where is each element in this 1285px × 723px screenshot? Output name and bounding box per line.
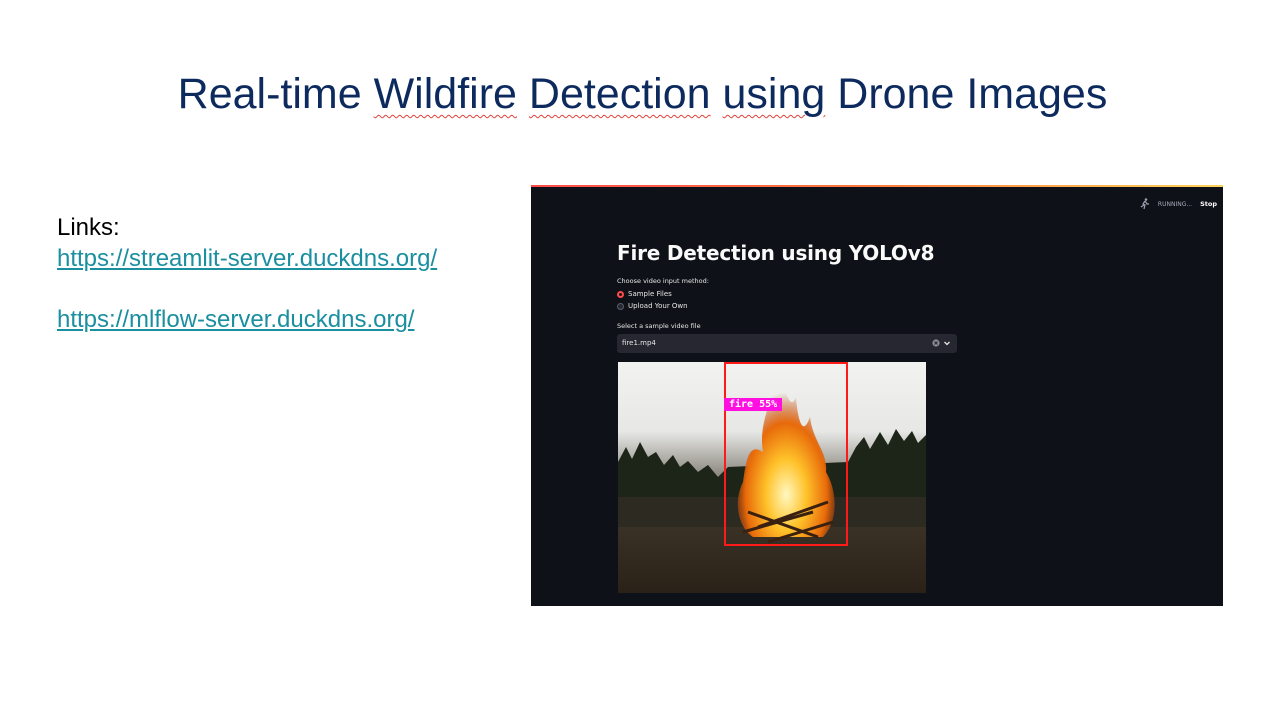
links-label: Links: — [57, 214, 120, 241]
slide-title: Real-time Wildfire Detection using Drone… — [0, 70, 1285, 119]
title-part: Drone Images — [825, 70, 1108, 118]
radio-label: Upload Your Own — [628, 302, 688, 310]
clear-icon[interactable] — [932, 339, 940, 347]
title-part — [517, 70, 529, 118]
detection-box — [724, 362, 848, 546]
streamlit-link[interactable]: https://streamlit-server.duckdns.org/ — [57, 243, 437, 274]
select-value: fire1.mp4 — [622, 339, 656, 347]
title-part-spellmarked: Wildfire — [373, 70, 517, 118]
chevron-down-icon[interactable] — [943, 339, 951, 347]
radio-sample-files[interactable]: Sample Files — [617, 290, 672, 298]
radio-checked-icon[interactable] — [617, 290, 624, 298]
running-status: RUNNING... — [1157, 200, 1193, 208]
video-frame: fire 55% — [618, 362, 926, 593]
mlflow-link[interactable]: https://mlflow-server.duckdns.org/ — [57, 304, 437, 335]
running-person-icon — [1140, 198, 1149, 210]
title-part — [711, 70, 723, 118]
detection-label: fire 55% — [724, 398, 783, 411]
title-part-spellmarked: Detection — [528, 70, 711, 118]
links-block: Links: https://streamlit-server.duckdns.… — [57, 212, 437, 335]
title-part: Real-time — [177, 70, 374, 118]
status-bar: RUNNING... Stop — [1140, 198, 1217, 210]
input-method-label: Choose video input method: — [617, 277, 709, 285]
radio-label: Sample Files — [628, 290, 672, 298]
app-screenshot: RUNNING... Stop Fire Detection using YOL… — [531, 185, 1223, 606]
radio-unchecked-icon[interactable] — [617, 302, 624, 310]
video-select[interactable]: fire1.mp4 — [617, 334, 957, 353]
app-title: Fire Detection using YOLOv8 — [617, 241, 935, 265]
title-part-spellmarked: using — [722, 70, 826, 118]
stop-button[interactable]: Stop — [1200, 200, 1217, 208]
radio-upload-own[interactable]: Upload Your Own — [617, 302, 688, 310]
select-label: Select a sample video file — [617, 322, 701, 330]
app-top-decoration — [531, 185, 1223, 187]
